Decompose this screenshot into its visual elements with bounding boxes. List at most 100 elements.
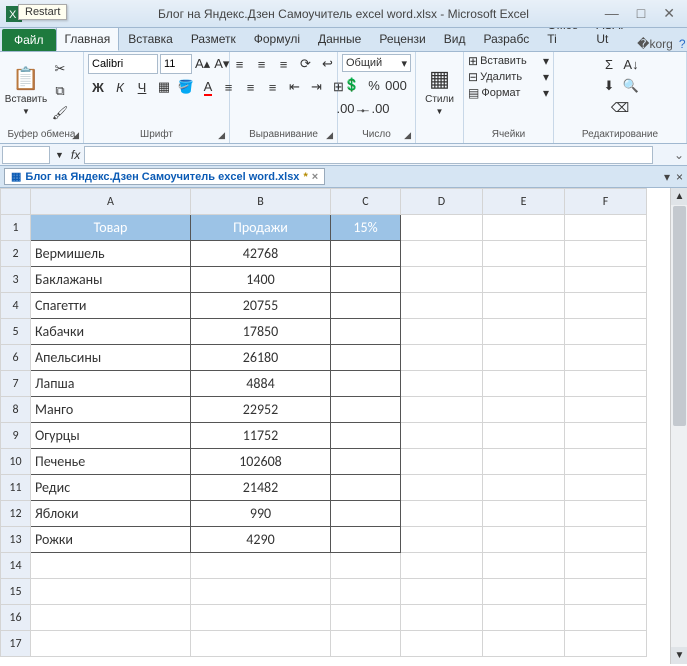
cell[interactable] xyxy=(331,397,401,423)
align-right-icon[interactable]: ≡ xyxy=(263,77,283,97)
cell[interactable]: 4884 xyxy=(191,371,331,397)
cell[interactable] xyxy=(565,423,647,449)
cell[interactable]: Апельсины xyxy=(31,345,191,371)
cell[interactable] xyxy=(565,527,647,553)
cell[interactable] xyxy=(31,605,191,631)
font-name-combo[interactable] xyxy=(88,54,158,74)
column-header[interactable]: E xyxy=(483,189,565,215)
underline-icon[interactable]: Ч xyxy=(132,77,152,97)
row-header[interactable]: 6 xyxy=(1,345,31,371)
cell[interactable] xyxy=(565,267,647,293)
row-header[interactable]: 15 xyxy=(1,579,31,605)
cell[interactable]: 26180 xyxy=(191,345,331,371)
align-middle-icon[interactable]: ≡ xyxy=(252,54,272,74)
cell[interactable] xyxy=(331,423,401,449)
italic-icon[interactable]: К xyxy=(110,77,130,97)
cell[interactable] xyxy=(483,475,565,501)
cell[interactable] xyxy=(31,579,191,605)
row-header[interactable]: 5 xyxy=(1,319,31,345)
formula-expand-icon[interactable]: ⌄ xyxy=(671,148,687,162)
workbook-tab-close-icon[interactable]: × xyxy=(312,171,318,183)
fill-color-icon[interactable]: 🪣 xyxy=(176,77,196,97)
row-header[interactable]: 11 xyxy=(1,475,31,501)
tab-pagelayout[interactable]: Разметк xyxy=(182,27,245,51)
column-header[interactable]: B xyxy=(191,189,331,215)
workbook-tab[interactable]: ▦ Блог на Яндекс.Дзен Самоучитель excel … xyxy=(4,168,325,185)
number-launcher-icon[interactable]: ◢ xyxy=(404,130,411,141)
maximize-icon[interactable]: □ xyxy=(637,5,645,22)
cell[interactable] xyxy=(565,579,647,605)
cell[interactable]: Манго xyxy=(31,397,191,423)
alignment-launcher-icon[interactable]: ◢ xyxy=(326,130,333,141)
cell[interactable] xyxy=(483,631,565,657)
insert-cells-button[interactable]: ⊞Вставить▾ xyxy=(468,54,549,68)
cell[interactable] xyxy=(401,241,483,267)
wb-close-icon[interactable]: × xyxy=(676,170,683,184)
paste-button[interactable]: 📋 Вставить ▼ xyxy=(4,66,48,116)
align-bottom-icon[interactable]: ≡ xyxy=(274,54,294,74)
bold-icon[interactable]: Ж xyxy=(88,77,108,97)
cell[interactable] xyxy=(191,579,331,605)
cell[interactable] xyxy=(401,501,483,527)
cell[interactable]: 15% xyxy=(331,215,401,241)
dec-decimal-icon[interactable]: ←.00 xyxy=(364,98,384,118)
column-header[interactable]: A xyxy=(31,189,191,215)
copy-icon[interactable]: ⧉ xyxy=(50,81,70,101)
cell[interactable]: Печенье xyxy=(31,449,191,475)
cell[interactable] xyxy=(565,345,647,371)
row-header[interactable]: 16 xyxy=(1,605,31,631)
column-header[interactable]: F xyxy=(565,189,647,215)
row-header[interactable]: 3 xyxy=(1,267,31,293)
cell[interactable] xyxy=(483,215,565,241)
font-launcher-icon[interactable]: ◢ xyxy=(218,130,225,141)
cell[interactable]: Товар xyxy=(31,215,191,241)
border-icon[interactable]: ▦ xyxy=(154,77,174,97)
cell[interactable] xyxy=(331,631,401,657)
cell[interactable] xyxy=(565,501,647,527)
font-color-icon[interactable]: А xyxy=(198,77,218,97)
tab-formulas[interactable]: Формулі xyxy=(245,27,309,51)
cell[interactable] xyxy=(331,579,401,605)
cell[interactable]: 17850 xyxy=(191,319,331,345)
row-header[interactable]: 8 xyxy=(1,397,31,423)
cell[interactable]: 42768 xyxy=(191,241,331,267)
scroll-down-icon[interactable]: ▼ xyxy=(671,647,687,664)
cell[interactable] xyxy=(401,215,483,241)
cell[interactable] xyxy=(483,579,565,605)
cell[interactable] xyxy=(483,449,565,475)
cell[interactable] xyxy=(565,631,647,657)
cell[interactable]: 21482 xyxy=(191,475,331,501)
row-header[interactable]: 2 xyxy=(1,241,31,267)
row-header[interactable]: 4 xyxy=(1,293,31,319)
cell[interactable]: Рожки xyxy=(31,527,191,553)
align-top-icon[interactable]: ≡ xyxy=(230,54,250,74)
cell[interactable] xyxy=(401,527,483,553)
cell[interactable] xyxy=(483,553,565,579)
wb-dropdown-icon[interactable]: ▾ xyxy=(664,170,670,184)
cell[interactable]: 20755 xyxy=(191,293,331,319)
cell[interactable] xyxy=(565,449,647,475)
wrap-text-icon[interactable]: ↩ xyxy=(318,54,338,74)
cell[interactable] xyxy=(483,501,565,527)
cell[interactable] xyxy=(331,475,401,501)
column-header[interactable]: D xyxy=(401,189,483,215)
tab-review[interactable]: Рецензи xyxy=(370,27,434,51)
grow-font-icon[interactable]: A▴ xyxy=(194,54,211,74)
fill-icon[interactable]: ⬇ xyxy=(599,76,619,96)
align-left-icon[interactable]: ≡ xyxy=(219,77,239,97)
cell[interactable] xyxy=(401,553,483,579)
tab-home[interactable]: Главная xyxy=(56,27,120,51)
cell[interactable] xyxy=(191,553,331,579)
shrink-font-icon[interactable]: A▾ xyxy=(213,54,230,74)
format-painter-icon[interactable]: 🖌 xyxy=(50,103,70,123)
cell[interactable] xyxy=(401,475,483,501)
cell[interactable] xyxy=(401,267,483,293)
autosum-icon[interactable]: Σ xyxy=(599,54,619,74)
vertical-scrollbar[interactable]: ▲ ▼ xyxy=(670,188,687,664)
orientation-icon[interactable]: ⟳ xyxy=(296,54,316,74)
tab-developer[interactable]: Разрабс xyxy=(474,27,538,51)
clear-icon[interactable]: ⌫ xyxy=(610,98,630,118)
cell[interactable] xyxy=(483,345,565,371)
cell[interactable] xyxy=(331,553,401,579)
cell[interactable] xyxy=(401,371,483,397)
